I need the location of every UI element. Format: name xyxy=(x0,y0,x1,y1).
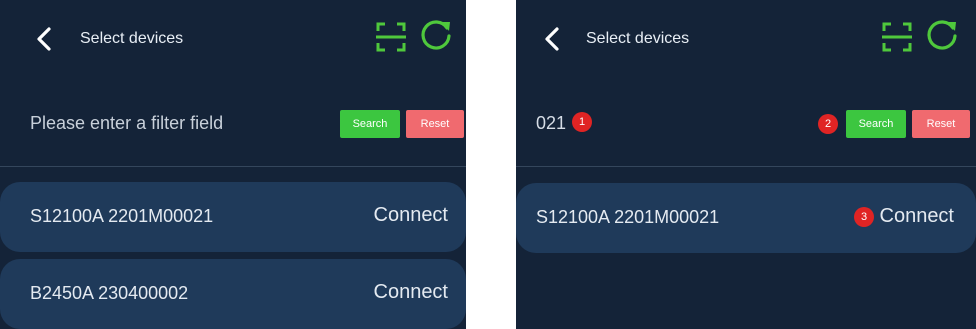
step-marker-2: 2 xyxy=(818,114,838,134)
search-button[interactable]: Search xyxy=(340,110,400,138)
device-name: S12100A 2201M00021 xyxy=(536,207,720,227)
step-marker-3: 3 xyxy=(854,207,874,227)
connect-button[interactable]: Connect xyxy=(880,205,955,228)
device-row[interactable]: S12100A 2201M00021 Connect xyxy=(0,182,466,252)
connect-button[interactable]: Connect xyxy=(374,281,449,304)
scan-icon[interactable] xyxy=(880,20,914,54)
header: Select devices xyxy=(0,0,466,80)
scan-icon[interactable] xyxy=(374,20,408,54)
filter-input[interactable] xyxy=(536,106,576,140)
select-devices-screen-before: Select devices Search Reset S12100A 2201… xyxy=(0,0,466,329)
page-title: Select devices xyxy=(586,30,690,47)
step-marker-1: 1 xyxy=(572,112,592,132)
filter-row: Search Reset xyxy=(0,98,466,150)
refresh-icon[interactable] xyxy=(924,18,960,54)
filter-row: 1 2 Search Reset xyxy=(516,98,976,150)
refresh-icon[interactable] xyxy=(418,18,454,54)
reset-button[interactable]: Reset xyxy=(406,110,464,138)
page-title: Select devices xyxy=(80,30,184,47)
back-chevron-icon[interactable] xyxy=(540,26,566,52)
divider xyxy=(516,166,976,167)
back-chevron-icon[interactable] xyxy=(32,26,58,52)
filter-input[interactable] xyxy=(30,106,310,140)
select-devices-screen-after: Select devices 1 2 Search Reset S12100A … xyxy=(516,0,976,329)
header: Select devices xyxy=(516,0,976,80)
reset-button[interactable]: Reset xyxy=(912,110,970,138)
connect-button[interactable]: Connect xyxy=(374,204,449,227)
search-button[interactable]: Search xyxy=(846,110,906,138)
device-name: B2450A 230400002 xyxy=(30,283,189,303)
device-name: S12100A 2201M00021 xyxy=(30,206,214,226)
divider xyxy=(0,166,466,167)
device-row[interactable]: B2450A 230400002 Connect xyxy=(0,259,466,329)
device-row[interactable]: S12100A 2201M00021 3 Connect xyxy=(516,183,976,253)
